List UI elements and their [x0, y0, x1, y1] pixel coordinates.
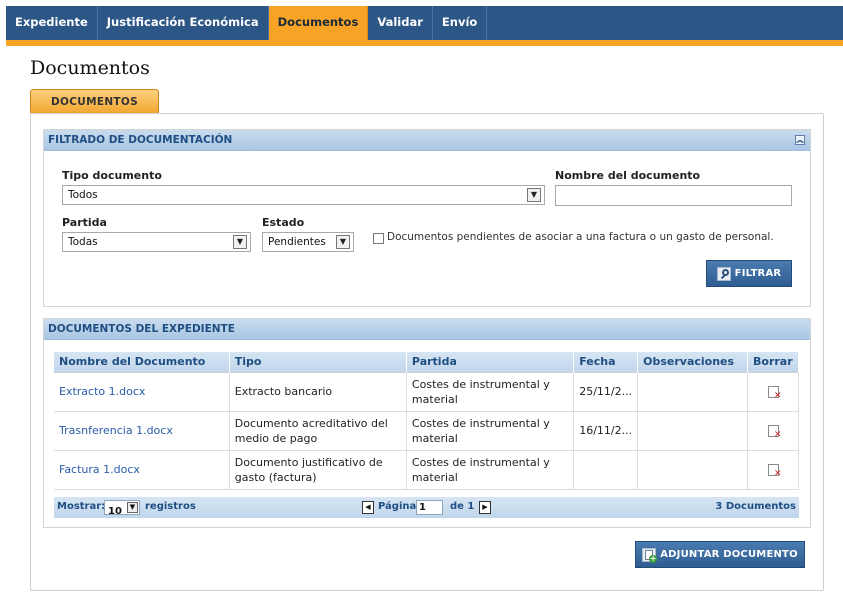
delete-cell — [747, 371, 799, 412]
adjuntar-documento-button[interactable]: + ADJUNTAR DOCUMENTO — [635, 541, 805, 568]
estado-value: Pendientes — [268, 236, 326, 248]
pager-of-label: de 1 — [450, 501, 475, 512]
adjuntar-documento-label: ADJUNTAR DOCUMENTO — [660, 549, 798, 560]
column-partida[interactable]: Partida — [406, 352, 575, 372]
document-fecha: 25/11/2... — [573, 371, 639, 412]
tab-validar[interactable]: Validar — [368, 6, 433, 40]
column-nombre[interactable]: Nombre del Documento — [54, 352, 230, 372]
pager-records-label: registros — [145, 501, 196, 512]
filter-box: FILTRADO DE DOCUMENTACIÓN ︽ Tipo documen… — [43, 129, 811, 307]
pager-page-label: Página — [378, 501, 417, 512]
table-row: Factura 1.docx Documento justificativo d… — [54, 450, 799, 490]
nav-accent-bar — [6, 40, 843, 46]
section-tab-documentos[interactable]: DOCUMENTOS — [30, 89, 159, 113]
delete-icon[interactable] — [767, 424, 782, 440]
pager-total: 3 Documentos — [715, 501, 796, 512]
page-title: Documentos — [30, 57, 150, 79]
column-fecha[interactable]: Fecha — [573, 352, 639, 372]
document-name-link[interactable]: Trasnferencia 1.docx — [54, 411, 230, 451]
chevron-down-icon: ▼ — [127, 502, 138, 513]
estado-select[interactable]: Pendientes ▼ — [262, 232, 354, 252]
filter-header-title: FILTRADO DE DOCUMENTACIÓN — [48, 134, 233, 146]
column-tipo[interactable]: Tipo — [229, 352, 407, 372]
pending-docs-checkbox-label: Documentos pendientes de asociar a una f… — [387, 231, 774, 243]
page-number-input[interactable]: 1 — [416, 500, 443, 515]
chevron-down-icon: ▼ — [336, 235, 350, 249]
partida-select[interactable]: Todas ▼ — [62, 232, 251, 252]
column-observaciones[interactable]: Observaciones — [637, 352, 749, 372]
document-partida: Costes de instrumental y material — [406, 411, 575, 451]
table-pager: Mostrar: 10 ▼ registros ◀ Página 1 de 1 … — [54, 497, 799, 518]
document-observaciones — [637, 411, 749, 451]
tipo-documento-select[interactable]: Todos ▼ — [62, 185, 545, 205]
document-name-link[interactable]: Factura 1.docx — [54, 450, 230, 490]
tab-expediente[interactable]: Expediente — [6, 6, 98, 40]
search-icon — [716, 266, 731, 281]
document-observaciones — [637, 371, 749, 412]
document-fecha: 16/11/2... — [573, 411, 639, 451]
filter-header: FILTRADO DE DOCUMENTACIÓN ︽ — [44, 130, 810, 151]
collapse-icon[interactable]: ︽ — [795, 135, 805, 145]
nombre-documento-input[interactable] — [555, 185, 792, 206]
partida-label: Partida — [62, 216, 107, 229]
pager-show-label: Mostrar: — [57, 501, 106, 512]
documents-header-title: DOCUMENTOS DEL EXPEDIENTE — [48, 323, 235, 335]
nombre-documento-label: Nombre del documento — [555, 169, 701, 182]
documents-box: DOCUMENTOS DEL EXPEDIENTE Nombre del Doc… — [43, 318, 811, 528]
delete-cell — [747, 450, 799, 490]
table-row: Trasnferencia 1.docx Documento acreditat… — [54, 411, 799, 451]
document-type: Documento acreditativo del medio de pago — [229, 411, 407, 451]
documents-header: DOCUMENTOS DEL EXPEDIENTE — [44, 319, 810, 340]
page-size-value: 10 — [108, 506, 122, 517]
tab-justificacion-economica[interactable]: Justificación Económica — [98, 6, 269, 40]
tipo-documento-value: Todos — [68, 189, 98, 201]
document-name-link[interactable]: Extracto 1.docx — [54, 371, 230, 412]
attach-document-icon: + — [642, 547, 658, 563]
pending-docs-checkbox[interactable] — [373, 233, 384, 244]
prev-page-button[interactable]: ◀ — [362, 501, 374, 514]
delete-cell — [747, 411, 799, 451]
chevron-down-icon: ▼ — [233, 235, 247, 249]
document-type: Extracto bancario — [229, 371, 407, 412]
tab-envio[interactable]: Envío — [433, 6, 488, 40]
table-row: Extracto 1.docx Extracto bancario Costes… — [54, 371, 799, 412]
filtrar-button-label: FILTRAR — [734, 268, 782, 279]
document-type: Documento justificativo de gasto (factur… — [229, 450, 407, 490]
documents-panel: FILTRADO DE DOCUMENTACIÓN ︽ Tipo documen… — [30, 113, 824, 591]
document-observaciones — [637, 450, 749, 490]
page-size-select[interactable]: 10 ▼ — [104, 500, 140, 517]
filtrar-button[interactable]: FILTRAR — [706, 260, 792, 287]
delete-icon[interactable] — [767, 385, 782, 401]
tipo-documento-label: Tipo documento — [62, 169, 162, 182]
estado-label: Estado — [262, 216, 305, 229]
document-partida: Costes de instrumental y material — [406, 450, 575, 490]
column-borrar: Borrar — [747, 352, 799, 372]
table-header-row: Nombre del Documento Tipo Partida Fecha … — [54, 352, 799, 372]
chevron-down-icon: ▼ — [527, 188, 541, 202]
next-page-button[interactable]: ▶ — [479, 501, 491, 514]
document-fecha — [573, 450, 639, 490]
partida-value: Todas — [68, 236, 98, 248]
top-nav: Expediente Justificación Económica Docum… — [6, 6, 843, 40]
delete-icon[interactable] — [767, 463, 782, 479]
document-partida: Costes de instrumental y material — [406, 371, 575, 412]
tab-documentos[interactable]: Documentos — [268, 6, 369, 40]
documents-table: Nombre del Documento Tipo Partida Fecha … — [54, 352, 799, 490]
